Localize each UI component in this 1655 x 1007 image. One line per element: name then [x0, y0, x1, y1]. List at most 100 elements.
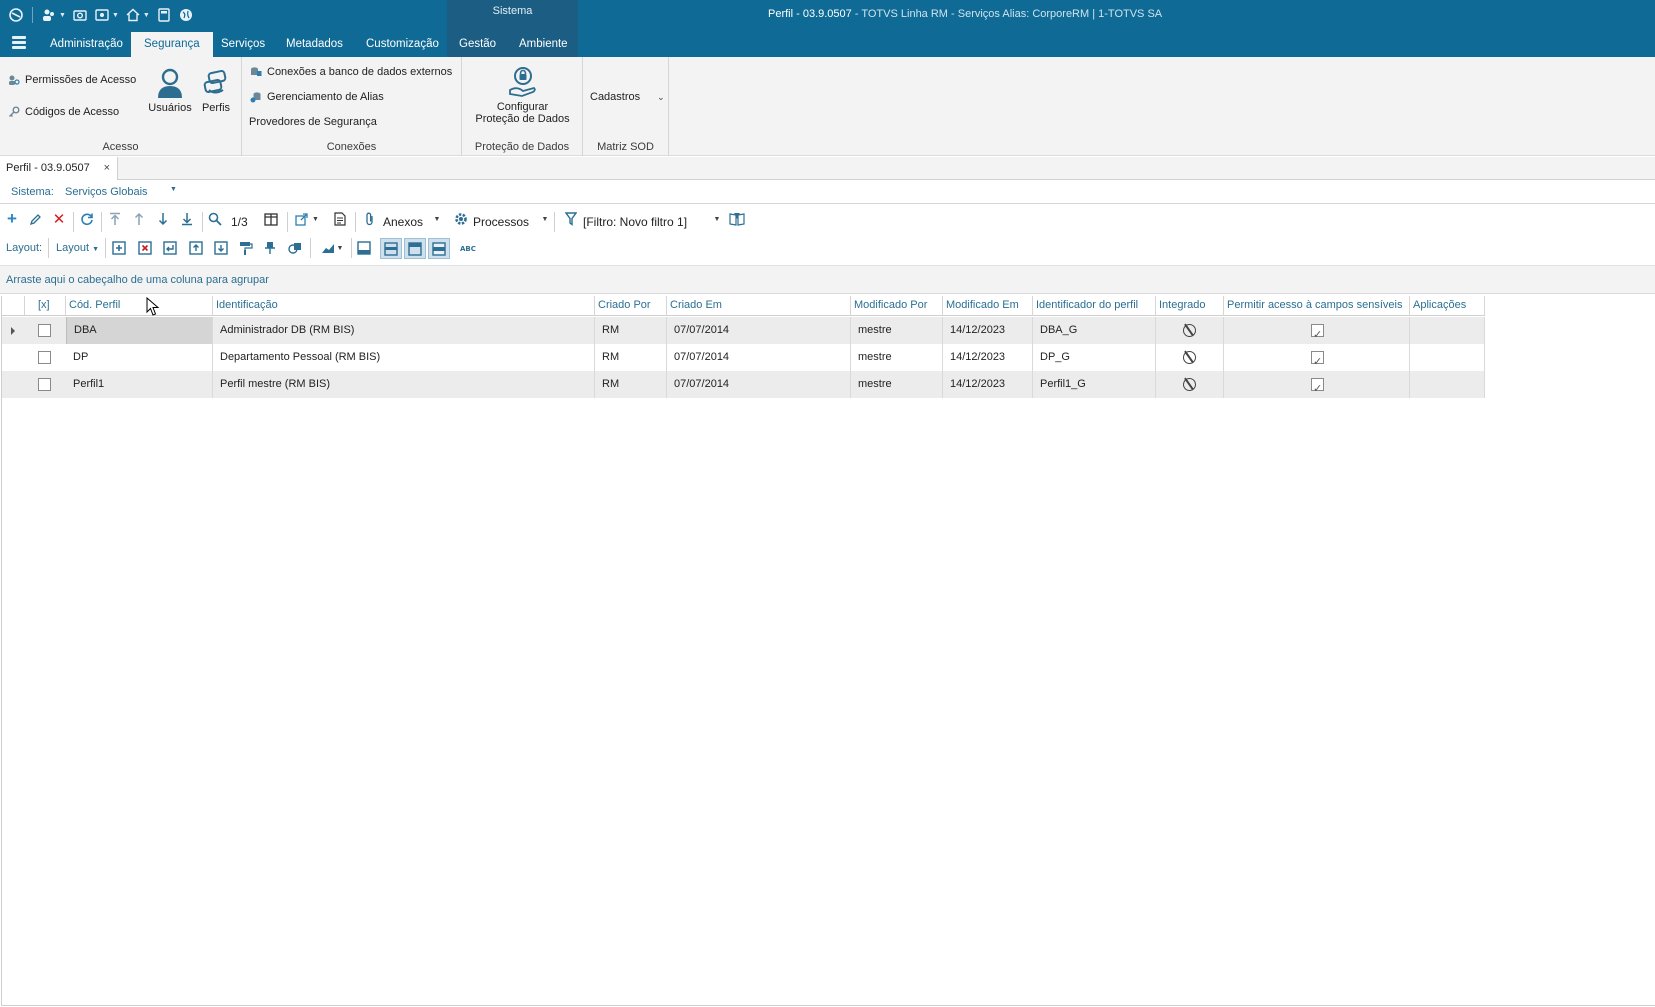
- chevron-down-icon[interactable]: ▼: [112, 12, 119, 19]
- shapes-icon[interactable]: [286, 239, 304, 257]
- cell-identificador-perfil[interactable]: DBA_G: [1033, 317, 1156, 344]
- table-row[interactable]: Perfil1 Perfil mestre (RM BIS) RM 07/07/…: [2, 371, 1485, 398]
- delete-icon[interactable]: ✕: [51, 209, 67, 229]
- cell-identificacao[interactable]: Perfil mestre (RM BIS): [213, 371, 595, 398]
- layout-export-icon[interactable]: [187, 239, 205, 257]
- tab-ambiente[interactable]: Ambiente: [506, 32, 581, 57]
- cell-identificacao[interactable]: Departamento Pessoal (RM BIS): [213, 344, 595, 371]
- column-header-modificado-por[interactable]: Modificado Por: [851, 296, 943, 316]
- search-icon[interactable]: [207, 209, 223, 229]
- processos-menu[interactable]: Processos: [473, 212, 529, 232]
- paint-roller-icon[interactable]: [237, 239, 255, 257]
- close-icon[interactable]: ×: [104, 157, 110, 179]
- group-by-panel[interactable]: Arraste aqui o cabeçalho de uma coluna p…: [0, 265, 1655, 294]
- edit-icon[interactable]: [27, 209, 43, 229]
- permitir-acesso-checkbox[interactable]: [1311, 349, 1324, 371]
- column-header-permitir-acesso[interactable]: Permitir acesso à campos sensíveis: [1224, 296, 1410, 316]
- view-header-icon[interactable]: [404, 238, 426, 259]
- chart-icon[interactable]: ▼: [317, 239, 347, 257]
- cell-integrado[interactable]: [1156, 371, 1224, 398]
- filter-book-icon[interactable]: [728, 209, 746, 229]
- layout-delete-icon[interactable]: [136, 239, 154, 257]
- cadastros-dropdown[interactable]: Cadastros ⌄: [590, 91, 665, 103]
- cell-criado-por[interactable]: RM: [595, 317, 667, 344]
- cell-identificador-perfil[interactable]: DP_G: [1033, 344, 1156, 371]
- cell-identificacao[interactable]: Administrador DB (RM BIS): [213, 317, 595, 344]
- tab-customizacao[interactable]: Customização: [353, 32, 452, 57]
- paperclip-icon[interactable]: [364, 209, 376, 229]
- cell-integrado[interactable]: [1156, 317, 1224, 344]
- tab-metadados[interactable]: Metadados: [273, 32, 356, 57]
- cell-aplicacoes[interactable]: [1410, 317, 1485, 344]
- cell-aplicacoes[interactable]: [1410, 344, 1485, 371]
- gerenciamento-alias-button[interactable]: Gerenciamento de Alias: [250, 91, 384, 103]
- column-header-criado-por[interactable]: Criado Por: [595, 296, 667, 316]
- cell-criado-em[interactable]: 07/07/2014: [667, 371, 851, 398]
- usuarios-button[interactable]: Usuários: [146, 67, 194, 114]
- view-group-footer-icon[interactable]: [380, 238, 402, 259]
- cell-modificado-em[interactable]: 14/12/2023: [943, 317, 1033, 344]
- previous-record-icon[interactable]: [131, 209, 147, 229]
- chevron-down-icon[interactable]: ▼: [432, 209, 442, 229]
- column-header-cod-perfil[interactable]: Cód. Perfil: [66, 296, 213, 316]
- column-header-criado-em[interactable]: Criado Em: [667, 296, 851, 316]
- cell-criado-por[interactable]: RM: [595, 344, 667, 371]
- add-icon[interactable]: +: [4, 209, 20, 229]
- cell-cod-perfil[interactable]: DBA: [66, 317, 213, 344]
- cell-criado-em[interactable]: 07/07/2014: [667, 317, 851, 344]
- table-row[interactable]: DP Departamento Pessoal (RM BIS) RM 07/0…: [2, 344, 1485, 371]
- row-select-checkbox[interactable]: [38, 351, 51, 364]
- window-icon[interactable]: [94, 7, 110, 23]
- permissoes-acesso-button[interactable]: Permissões de Acesso: [8, 74, 136, 86]
- chevron-down-icon[interactable]: ▼: [143, 12, 150, 19]
- view-auto-filter-icon[interactable]: [428, 238, 450, 259]
- column-header-modificado-em[interactable]: Modificado Em: [943, 296, 1033, 316]
- permitir-acesso-checkbox[interactable]: [1311, 376, 1324, 398]
- cell-criado-por[interactable]: RM: [595, 371, 667, 398]
- spell-check-icon[interactable]: ABC: [459, 239, 479, 257]
- column-header-integrado[interactable]: Integrado: [1156, 296, 1224, 316]
- cell-cod-perfil[interactable]: Perfil1: [66, 371, 213, 398]
- cell-modificado-em[interactable]: 14/12/2023: [943, 371, 1033, 398]
- main-menu-icon[interactable]: [12, 36, 26, 50]
- table-row[interactable]: DBA Administrador DB (RM BIS) RM 07/07/2…: [2, 317, 1485, 344]
- permitir-acesso-checkbox[interactable]: [1311, 322, 1324, 344]
- cell-permitir-acesso[interactable]: [1224, 344, 1410, 371]
- tab-seguranca[interactable]: Segurança: [131, 32, 213, 57]
- gear-icon[interactable]: [453, 209, 469, 229]
- cell-aplicacoes[interactable]: [1410, 371, 1485, 398]
- totvs-logo-icon[interactable]: [8, 7, 24, 23]
- tab-administracao[interactable]: Administração: [37, 32, 136, 57]
- next-record-icon[interactable]: [155, 209, 171, 229]
- chevron-down-icon[interactable]: ▼: [712, 209, 722, 229]
- configurar-protecao-button[interactable]: Configurar Proteção de Dados: [462, 66, 583, 125]
- filter-selector[interactable]: [Filtro: Novo filtro 1]: [583, 212, 687, 232]
- select-all-header[interactable]: [x]: [25, 296, 66, 316]
- layout-new-icon[interactable]: [110, 239, 128, 257]
- chevron-down-icon[interactable]: ▼: [59, 12, 66, 19]
- layout-menu[interactable]: Layout ▼: [56, 238, 99, 258]
- last-record-icon[interactable]: [179, 209, 195, 229]
- chevron-down-icon[interactable]: ▼: [540, 209, 550, 229]
- calculator-icon[interactable]: [156, 7, 172, 23]
- sistema-select[interactable]: Serviços Globais: [65, 186, 148, 198]
- layout-import-icon[interactable]: [212, 239, 230, 257]
- column-header-identificador-perfil[interactable]: Identificador do perfil: [1033, 296, 1156, 316]
- perfis-button[interactable]: Perfis: [196, 67, 236, 114]
- tab-gestao[interactable]: Gestão: [446, 32, 509, 57]
- conexoes-externos-button[interactable]: Conexões a banco de dados externos: [250, 66, 452, 78]
- column-header-aplicacoes[interactable]: Aplicações: [1410, 296, 1485, 316]
- cell-modificado-por[interactable]: mestre: [851, 371, 943, 398]
- cell-permitir-acesso[interactable]: [1224, 317, 1410, 344]
- column-header-identificacao[interactable]: Identificação: [213, 296, 595, 316]
- cell-criado-em[interactable]: 07/07/2014: [667, 344, 851, 371]
- export-icon[interactable]: ▼: [293, 209, 321, 229]
- chevron-down-icon[interactable]: ▼: [170, 186, 177, 193]
- cell-modificado-por[interactable]: mestre: [851, 317, 943, 344]
- filter-icon[interactable]: [564, 209, 578, 229]
- home-icon[interactable]: [125, 7, 141, 23]
- globe-icon[interactable]: [178, 7, 194, 23]
- cell-cod-perfil[interactable]: DP: [66, 344, 213, 371]
- anexos-menu[interactable]: Anexos: [383, 212, 423, 232]
- first-record-icon[interactable]: [107, 209, 123, 229]
